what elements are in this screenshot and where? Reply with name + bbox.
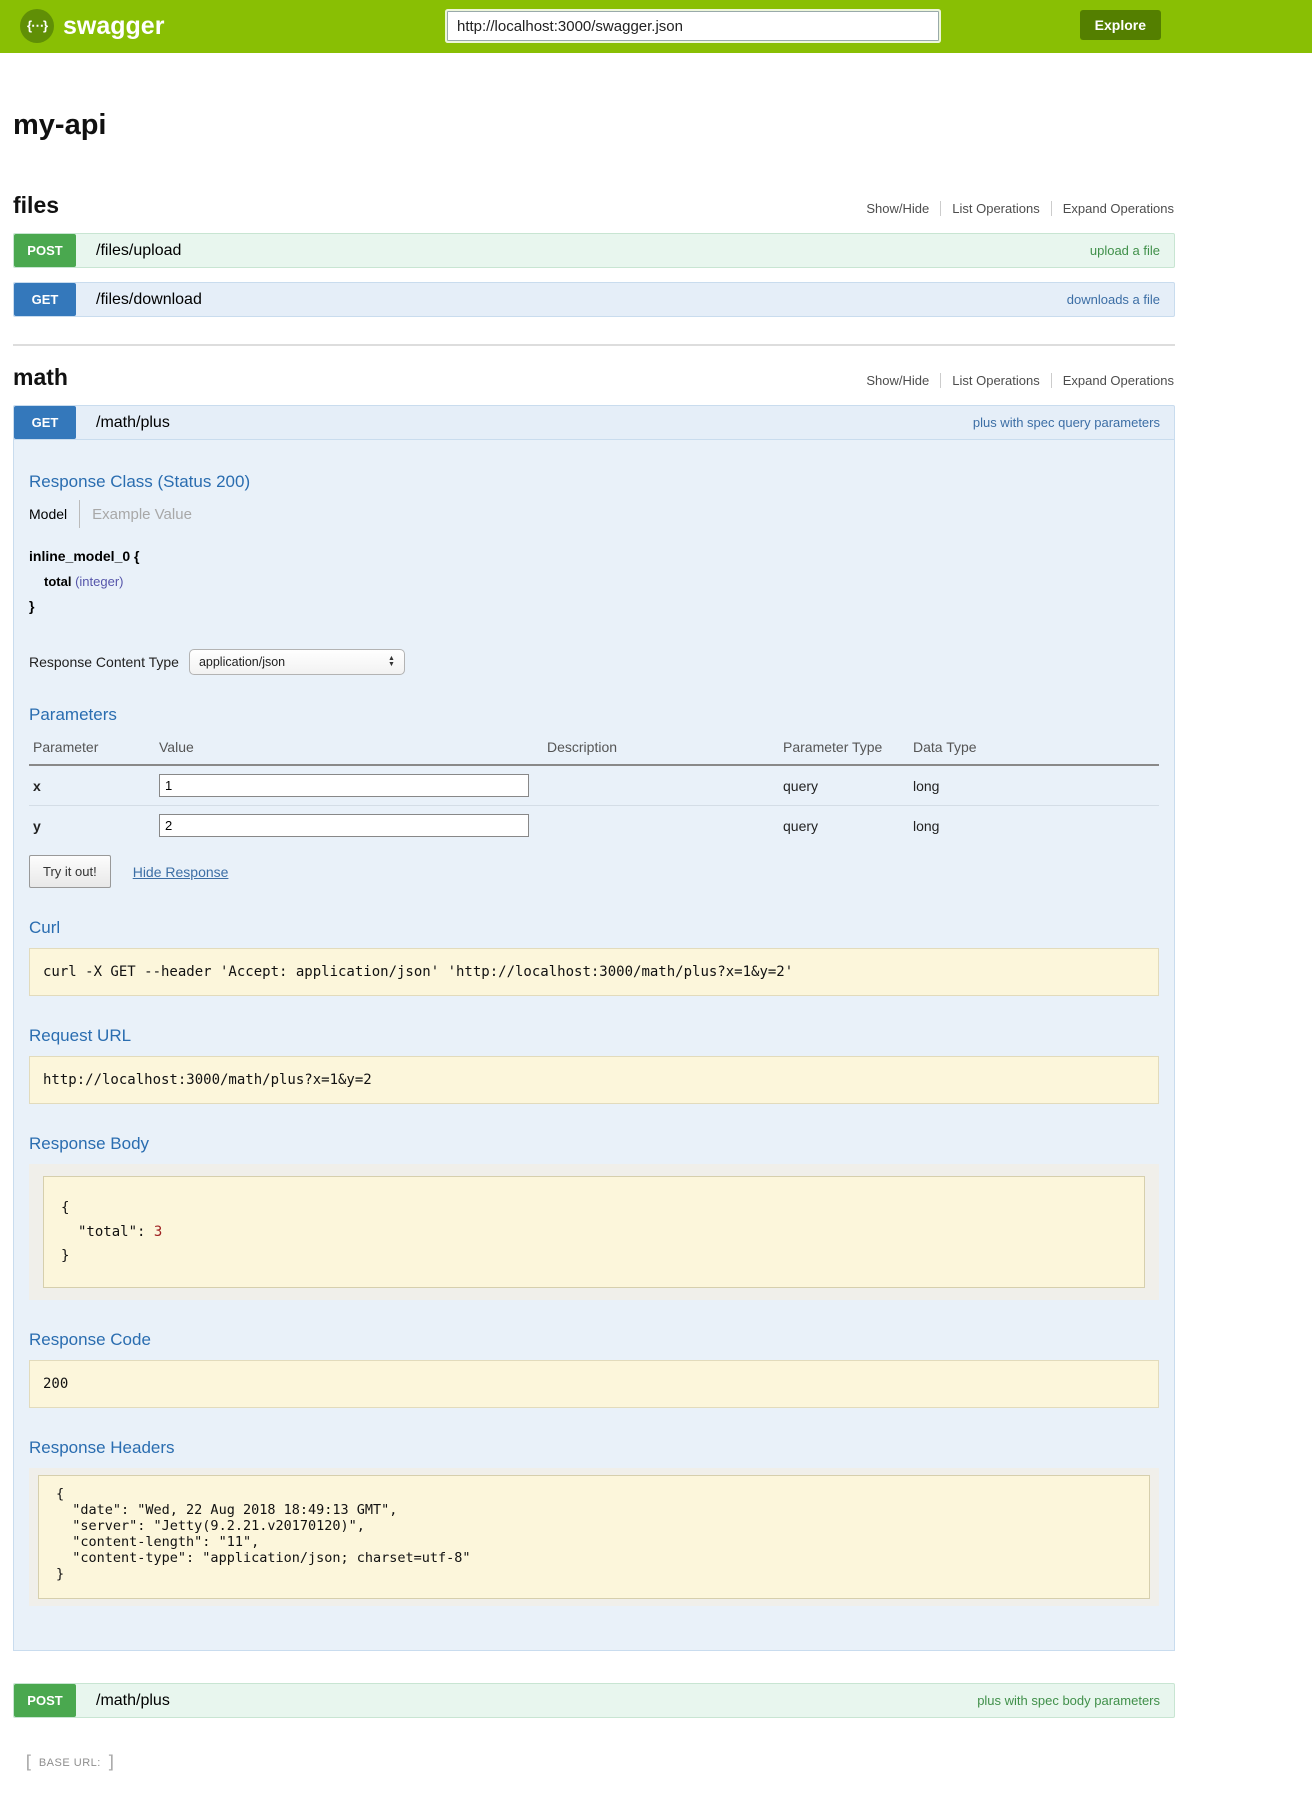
section-divider: [13, 344, 1175, 346]
response-body-block: { "total": 3 }: [43, 1176, 1145, 1288]
response-headers-block: { "date": "Wed, 22 Aug 2018 18:49:13 GMT…: [38, 1475, 1150, 1599]
method-badge-post: POST: [14, 234, 76, 267]
parameter-row-x: x query long: [29, 765, 1159, 806]
parameter-data-type: long: [909, 765, 1159, 806]
try-row: Try it out! Hide Response: [29, 855, 1159, 888]
section-title-files[interactable]: files: [13, 192, 59, 219]
method-badge-get: GET: [14, 283, 76, 316]
parameter-x-input[interactable]: [159, 774, 529, 797]
brand-name: swagger: [63, 12, 164, 41]
page-title: my-api: [13, 109, 1175, 142]
model-property-type: (integer): [75, 574, 123, 589]
model-closing-brace: }: [29, 594, 1159, 619]
response-class-heading: Response Class (Status 200): [29, 472, 1159, 492]
files-expand-operations-link[interactable]: Expand Operations: [1051, 201, 1175, 216]
math-section-controls: Show/Hide List Operations Expand Operati…: [855, 373, 1175, 391]
curl-command-block: curl -X GET --header 'Accept: applicatio…: [29, 948, 1159, 996]
base-url-footer: [ BASE URL: ]: [23, 1752, 1175, 1773]
response-code-heading: Response Code: [29, 1330, 1159, 1350]
response-content-type-row: Response Content Type application/json ▲…: [29, 649, 1159, 675]
math-show-hide-link[interactable]: Show/Hide: [855, 373, 940, 388]
spec-url-input[interactable]: [447, 11, 939, 41]
model-declaration: inline_model_0 {: [29, 544, 1159, 569]
base-url-open-bracket: [: [23, 1752, 34, 1773]
col-header-data-type: Data Type: [909, 733, 1159, 765]
files-show-hide-link[interactable]: Show/Hide: [855, 201, 940, 216]
swagger-logo-icon: {⋯}: [20, 9, 54, 43]
response-headers-heading: Response Headers: [29, 1438, 1159, 1458]
col-header-parameter-type: Parameter Type: [779, 733, 909, 765]
files-list-operations-link[interactable]: List Operations: [940, 201, 1050, 216]
json-key: "total": [78, 1224, 137, 1240]
method-badge-post: POST: [14, 1684, 76, 1717]
model-property-name: total: [44, 574, 71, 589]
parameter-type: query: [779, 806, 909, 846]
response-content-type-value: application/json: [199, 655, 285, 669]
operation-path-link[interactable]: /math/plus: [96, 414, 170, 432]
model-signature: inline_model_0 { total (integer) }: [29, 544, 1159, 619]
section-title-math[interactable]: math: [13, 364, 68, 391]
math-section-header: math Show/Hide List Operations Expand Op…: [13, 364, 1175, 391]
parameter-name: x: [29, 765, 155, 806]
base-url-label: BASE URL:: [39, 1757, 101, 1769]
math-list-operations-link[interactable]: List Operations: [940, 373, 1050, 388]
parameter-type: query: [779, 765, 909, 806]
response-code-block: 200: [29, 1360, 1159, 1408]
operation-summary: downloads a file: [1067, 292, 1160, 307]
explore-button[interactable]: Explore: [1080, 10, 1161, 40]
response-content-type-label: Response Content Type: [29, 654, 179, 670]
col-header-parameter: Parameter: [29, 733, 155, 765]
operation-detail-panel: Response Class (Status 200) Model Exampl…: [13, 440, 1175, 1651]
signature-tabs: Model Example Value: [29, 500, 1159, 528]
parameter-data-type: long: [909, 806, 1159, 846]
operation-path-link[interactable]: /files/download: [96, 291, 202, 309]
operation-summary: upload a file: [1090, 243, 1160, 258]
math-expand-operations-link[interactable]: Expand Operations: [1051, 373, 1175, 388]
response-headers-container: { "date": "Wed, 22 Aug 2018 18:49:13 GMT…: [29, 1468, 1159, 1606]
operation-row-post-files-upload[interactable]: POST /files/upload upload a file: [13, 233, 1175, 268]
col-header-value: Value: [155, 733, 543, 765]
main-container: my-api files Show/Hide List Operations E…: [13, 109, 1175, 1773]
response-body-container: { "total": 3 }: [29, 1164, 1159, 1300]
request-url-block: http://localhost:3000/math/plus?x=1&y=2: [29, 1056, 1159, 1104]
parameter-row-y: y query long: [29, 806, 1159, 846]
operation-row-get-math-plus[interactable]: GET /math/plus plus with spec query para…: [13, 405, 1175, 440]
col-header-description: Description: [543, 733, 779, 765]
operation-row-post-math-plus[interactable]: POST /math/plus plus with spec body para…: [13, 1683, 1175, 1718]
parameters-heading: Parameters: [29, 705, 1159, 725]
parameter-description: [543, 765, 779, 806]
operation-path-link[interactable]: /math/plus: [96, 1692, 170, 1710]
top-bar: {⋯} swagger Explore: [0, 0, 1312, 53]
parameters-table: Parameter Value Description Parameter Ty…: [29, 733, 1159, 845]
files-section-controls: Show/Hide List Operations Expand Operati…: [855, 201, 1175, 219]
response-body-heading: Response Body: [29, 1134, 1159, 1154]
select-arrows-icon: ▲▼: [388, 656, 395, 668]
tab-example-value[interactable]: Example Value: [80, 506, 192, 523]
operation-row-get-files-download[interactable]: GET /files/download downloads a file: [13, 282, 1175, 317]
parameter-y-input[interactable]: [159, 814, 529, 837]
parameter-description: [543, 806, 779, 846]
operation-summary: plus with spec body parameters: [977, 1693, 1160, 1708]
files-section-header: files Show/Hide List Operations Expand O…: [13, 192, 1175, 219]
curl-heading: Curl: [29, 918, 1159, 938]
try-it-out-button[interactable]: Try it out!: [29, 855, 111, 888]
operation-path-link[interactable]: /files/upload: [96, 242, 181, 260]
model-property: total (integer): [44, 569, 1159, 594]
json-number-value: 3: [154, 1224, 162, 1240]
hide-response-link[interactable]: Hide Response: [133, 864, 229, 880]
tab-model[interactable]: Model: [29, 506, 79, 522]
method-badge-get: GET: [14, 406, 76, 439]
request-url-heading: Request URL: [29, 1026, 1159, 1046]
operation-summary: plus with spec query parameters: [973, 415, 1160, 430]
swagger-brand-link[interactable]: {⋯} swagger: [20, 9, 164, 43]
base-url-close-bracket: ]: [106, 1752, 117, 1773]
parameter-name: y: [29, 806, 155, 846]
response-content-type-select[interactable]: application/json ▲▼: [189, 649, 405, 675]
